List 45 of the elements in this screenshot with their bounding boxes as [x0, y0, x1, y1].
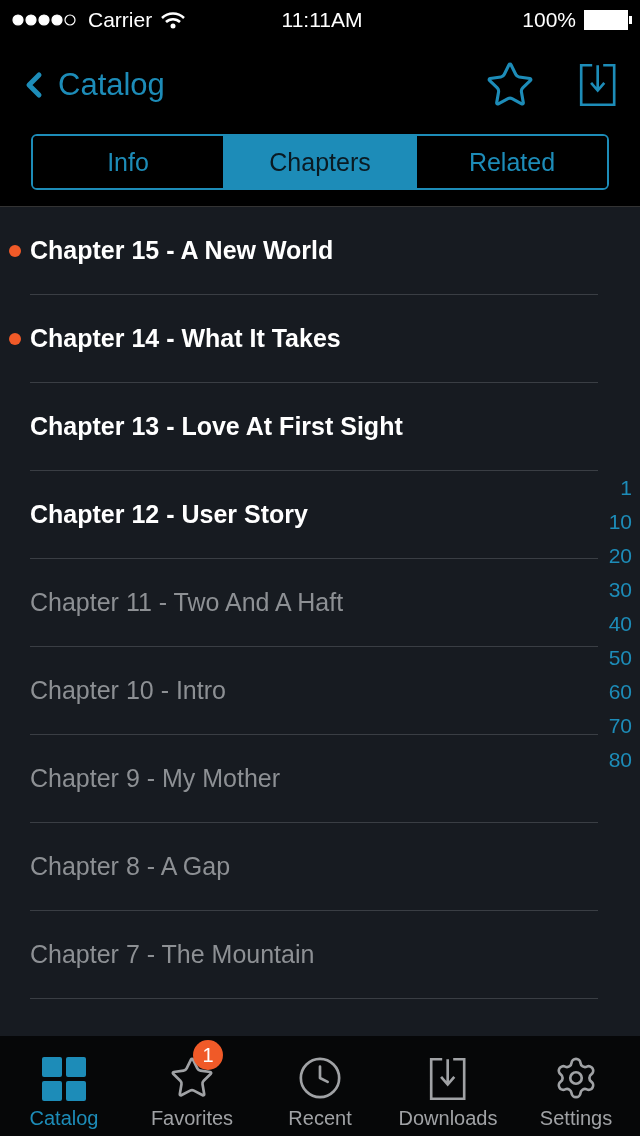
segment-tab[interactable]: Chapters [223, 136, 415, 188]
wifi-icon [160, 11, 187, 29]
index-item[interactable]: 50 [608, 641, 632, 675]
chapter-row[interactable]: Chapter 7 - The Mountain [30, 911, 598, 999]
tab-bar-item[interactable]: Recent [256, 1036, 384, 1136]
chapter-row[interactable]: Chapter 12 - User Story [30, 471, 598, 559]
index-item[interactable]: 80 [608, 743, 632, 777]
chapter-title: Chapter 15 - A New World [30, 236, 334, 265]
chapter-row[interactable]: Chapter 15 - A New World [30, 207, 598, 295]
chapter-title: Chapter 11 - Two And A Haft [30, 588, 344, 617]
index-item[interactable]: 10 [608, 505, 632, 539]
grid-icon [42, 1057, 86, 1101]
chapter-row[interactable]: Chapter 11 - Two And A Haft [30, 559, 598, 647]
battery-percentage: 100% [522, 8, 576, 32]
battery-icon [584, 10, 632, 30]
chapter-row[interactable]: Chapter 10 - Intro [30, 647, 598, 735]
index-item[interactable]: 70 [608, 709, 632, 743]
chapter-title: Chapter 13 - Love At First Sight [30, 412, 403, 441]
index-item[interactable]: 20 [608, 539, 632, 573]
tab-bar-item[interactable]: Settings [512, 1036, 640, 1136]
index-item[interactable]: 40 [608, 607, 632, 641]
status-time: 11:11AM [281, 8, 363, 32]
segment-tab[interactable]: Related [415, 136, 607, 188]
tab-bar-item[interactable]: Catalog [0, 1036, 128, 1136]
download-icon[interactable] [578, 63, 616, 107]
chapter-row[interactable]: Chapter 14 - What It Takes [30, 295, 598, 383]
chapter-title: Chapter 7 - The Mountain [30, 940, 315, 969]
index-item[interactable]: 1 [620, 471, 632, 505]
chapter-row[interactable]: Chapter 13 - Love At First Sight [30, 383, 598, 471]
chapter-row[interactable]: Chapter 9 - My Mother [30, 735, 598, 823]
tab-bar-item[interactable]: Downloads [384, 1036, 512, 1136]
chapter-title: Chapter 8 - A Gap [30, 852, 231, 881]
chapter-title: Chapter 12 - User Story [30, 500, 308, 529]
index-item[interactable]: 60 [608, 675, 632, 709]
chapter-row[interactable]: Chapter 8 - A Gap [30, 823, 598, 911]
download-icon[interactable] [429, 1057, 467, 1101]
chapter-title: Chapter 14 - What It Takes [30, 324, 341, 353]
carrier-name: Carrier [88, 8, 153, 32]
count-badge: 1 [193, 1040, 223, 1070]
clock-icon [297, 1055, 343, 1101]
index-item[interactable]: 30 [608, 573, 632, 607]
back-button[interactable]: Catalog [14, 65, 165, 105]
chapter-title: Chapter 9 - My Mother [30, 764, 281, 793]
chapter-title: Chapter 10 - Intro [30, 676, 226, 705]
tab-bar-item[interactable]: 1 Favorites [128, 1036, 256, 1136]
